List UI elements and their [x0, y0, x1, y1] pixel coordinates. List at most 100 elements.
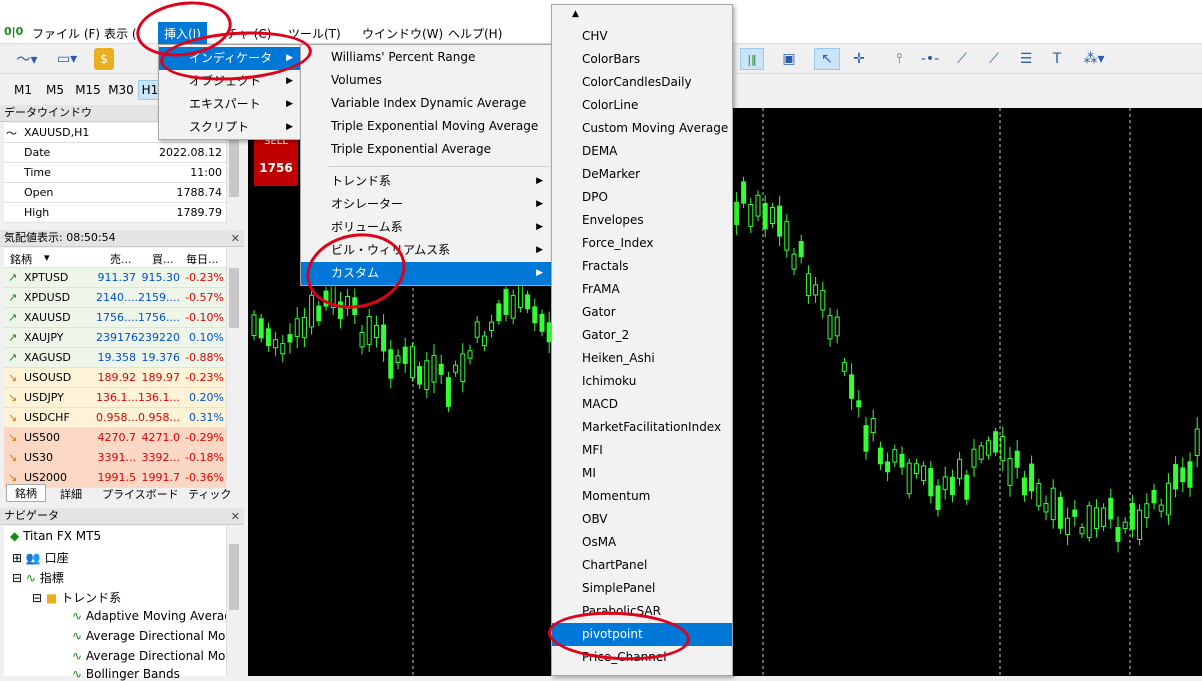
menu-item-group[interactable]: ビル・ウィリアムス系 ▶: [301, 239, 551, 262]
menu-item-custom-indicator[interactable]: SimplePanel: [552, 577, 732, 600]
tab-symbols[interactable]: 銘柄: [6, 484, 46, 502]
screenshot-icon[interactable]: ▣: [778, 48, 800, 70]
menu-item-custom-indicator[interactable]: MACD: [552, 393, 732, 416]
menu-item-recent-indicator[interactable]: Variable Index Dynamic Average: [301, 92, 551, 115]
menu-item-custom-indicator[interactable]: MarketFacilitationIndex: [552, 416, 732, 439]
menu-item-custom-indicator[interactable]: ColorCandlesDaily: [552, 71, 732, 94]
nav-item[interactable]: ∿ Average Directional Move: [72, 629, 240, 643]
nav-item[interactable]: ∿ Average Directional Move: [72, 649, 240, 663]
autoscroll-icon[interactable]: |‖: [740, 48, 764, 70]
vertical-line-icon[interactable]: ⫯: [888, 48, 910, 70]
menu-item-custom-indicator[interactable]: DEMA: [552, 140, 732, 163]
menu-help[interactable]: ヘルプ(H): [448, 25, 502, 42]
horizontal-line-icon[interactable]: -•-: [918, 48, 942, 70]
menu-insert[interactable]: 挿入(I): [158, 22, 207, 44]
menu-item-custom-indicator[interactable]: DeMarker: [552, 163, 732, 186]
close-icon[interactable]: ✕: [231, 231, 240, 247]
table-row[interactable]: ↗ XAUJPY 239176 239220 0.10%: [4, 328, 226, 348]
tab-details[interactable]: 詳細: [60, 486, 82, 502]
expand-icon[interactable]: ⊞: [12, 551, 22, 565]
menu-item-group[interactable]: トレンド系 ▶: [301, 170, 551, 193]
col-symbol[interactable]: 銘柄: [10, 251, 32, 267]
menu-item-recent-indicator[interactable]: Triple Exponential Average: [301, 138, 551, 161]
menu-item-custom-indicator[interactable]: OsMA: [552, 531, 732, 554]
table-row[interactable]: ↗ XAGUSD 19.358 19.376 -0.88%: [4, 348, 226, 368]
menu-item-custom-indicator[interactable]: Price_Channel: [552, 646, 732, 669]
table-row[interactable]: ↘ US30 3391... 3392... -0.18%: [4, 448, 226, 468]
channel-icon[interactable]: ⟋: [982, 48, 1006, 70]
table-row[interactable]: ↗ XAUUSD 1756.... 1756.... -0.10%: [4, 308, 226, 328]
crosshair-icon[interactable]: ✛: [848, 48, 870, 70]
collapse-icon[interactable]: ⊟: [12, 571, 22, 585]
nav-broker[interactable]: ◆ Titan FX MT5: [10, 529, 101, 543]
text-icon[interactable]: T: [1046, 48, 1068, 70]
tab-priceboard[interactable]: プライスボード: [102, 486, 179, 502]
menu-item-custom-indicator[interactable]: MFI: [552, 439, 732, 462]
menu-item-custom-indicator[interactable]: Fractals: [552, 255, 732, 278]
trendline-icon[interactable]: ⟋: [950, 48, 974, 70]
menu-item-custom-indicator[interactable]: Gator_2: [552, 324, 732, 347]
menu-item-recent-indicator[interactable]: Williams' Percent Range: [301, 46, 551, 69]
shapes-icon[interactable]: ⁂▾: [1074, 48, 1114, 70]
table-row[interactable]: ↘ USOUSD 189.92 189.97 -0.23%: [4, 368, 226, 388]
chart-type-icon[interactable]: ▭▾: [52, 48, 82, 70]
nav-accounts[interactable]: ⊞ 👥 口座: [12, 549, 69, 566]
tf-m15[interactable]: M15: [72, 80, 104, 100]
menu-item-custom-indicator[interactable]: CHV: [552, 25, 732, 48]
menu-item-custom-indicator[interactable]: ColorLine: [552, 94, 732, 117]
nav-item[interactable]: ∿ Adaptive Moving Averag: [72, 609, 232, 623]
menu-item-custom-indicator[interactable]: Momentum: [552, 485, 732, 508]
menu-item-group[interactable]: ボリューム系 ▶: [301, 216, 551, 239]
menu-view[interactable]: 表示 (: [104, 25, 137, 42]
collapse-icon[interactable]: ⊟: [32, 591, 42, 605]
menu-tools[interactable]: ツール(T): [288, 25, 341, 42]
tf-m5[interactable]: M5: [42, 80, 68, 100]
col-daily[interactable]: 毎日...: [186, 251, 219, 267]
menu-window[interactable]: ウインドウ(W): [362, 25, 443, 42]
menu-item-custom-indicator[interactable]: Custom Moving Average: [552, 117, 732, 140]
menu-item-scripts[interactable]: スクリプト ▶: [159, 116, 301, 139]
table-row[interactable]: ↘ USDJPY 136.1... 136.1... 0.20%: [4, 388, 226, 408]
menu-item-group[interactable]: オシレーター ▶: [301, 193, 551, 216]
menu-item-custom-indicator[interactable]: Envelopes: [552, 209, 732, 232]
scroll-up-icon[interactable]: ▲: [572, 9, 579, 19]
menu-item-custom-indicator[interactable]: FrAMA: [552, 278, 732, 301]
menu-item-custom-indicator[interactable]: MI: [552, 462, 732, 485]
nav-indicators[interactable]: ⊟ ∿ 指標: [12, 569, 64, 586]
table-row[interactable]: ↗ XPDUSD 2140.... 2159.... -0.57%: [4, 288, 226, 308]
col-bid[interactable]: 売...: [110, 251, 132, 267]
nav-trend[interactable]: ⊟ ■ トレンド系: [32, 589, 121, 606]
menu-chart[interactable]: チャ (C): [226, 25, 271, 42]
menu-item-custom-indicator[interactable]: Heiken_Ashi: [552, 347, 732, 370]
menu-item-recent-indicator[interactable]: Triple Exponential Moving Average: [301, 115, 551, 138]
menu-file[interactable]: ファイル (F): [32, 25, 100, 42]
tf-m30[interactable]: M30: [106, 80, 136, 100]
fibonacci-icon[interactable]: ☰: [1014, 48, 1038, 70]
tab-ticks[interactable]: ティック: [188, 486, 231, 502]
table-row[interactable]: ↘ US500 4270.7 4271.0 -0.29%: [4, 428, 226, 448]
col-ask[interactable]: 買...: [152, 251, 174, 267]
sell-button[interactable]: SELL 1756: [254, 134, 298, 186]
menu-item-indicators[interactable]: インディケータ ▶: [159, 47, 301, 70]
table-row[interactable]: ↗ XPTUSD 911.37 915.30 -0.23%: [4, 268, 226, 288]
menu-item-custom-indicator[interactable]: DPO: [552, 186, 732, 209]
menu-item-custom-indicator[interactable]: OBV: [552, 508, 732, 531]
table-row[interactable]: ↘ USDCHF 0.958... 0.958... 0.31%: [4, 408, 226, 428]
tf-m1[interactable]: M1: [10, 80, 36, 100]
navigator-scrollbar[interactable]: [226, 526, 240, 676]
menu-item-custom-indicator[interactable]: pivotpoint: [552, 623, 732, 646]
menu-item-custom-indicator[interactable]: ChartPanel: [552, 554, 732, 577]
close-icon[interactable]: ✕: [231, 509, 240, 525]
menu-item-custom-indicator[interactable]: ParabolicSAR: [552, 600, 732, 623]
menu-item-custom-indicator[interactable]: ColorBars: [552, 48, 732, 71]
dollar-icon[interactable]: $: [94, 48, 114, 70]
menu-item-custom-indicator[interactable]: Force_Index: [552, 232, 732, 255]
menu-item-objects[interactable]: オブジェクト ▶: [159, 70, 301, 93]
menu-item-group[interactable]: カスタム ▶: [301, 262, 551, 285]
cursor-icon[interactable]: ↖: [814, 48, 840, 70]
menu-item-custom-indicator[interactable]: Gator: [552, 301, 732, 324]
line-chart-icon[interactable]: 〜▾: [12, 48, 42, 70]
menu-item-custom-indicator[interactable]: Ichimoku: [552, 370, 732, 393]
market-watch-scrollbar[interactable]: [226, 248, 240, 480]
nav-item[interactable]: ∿ Bollinger Bands: [72, 667, 180, 681]
